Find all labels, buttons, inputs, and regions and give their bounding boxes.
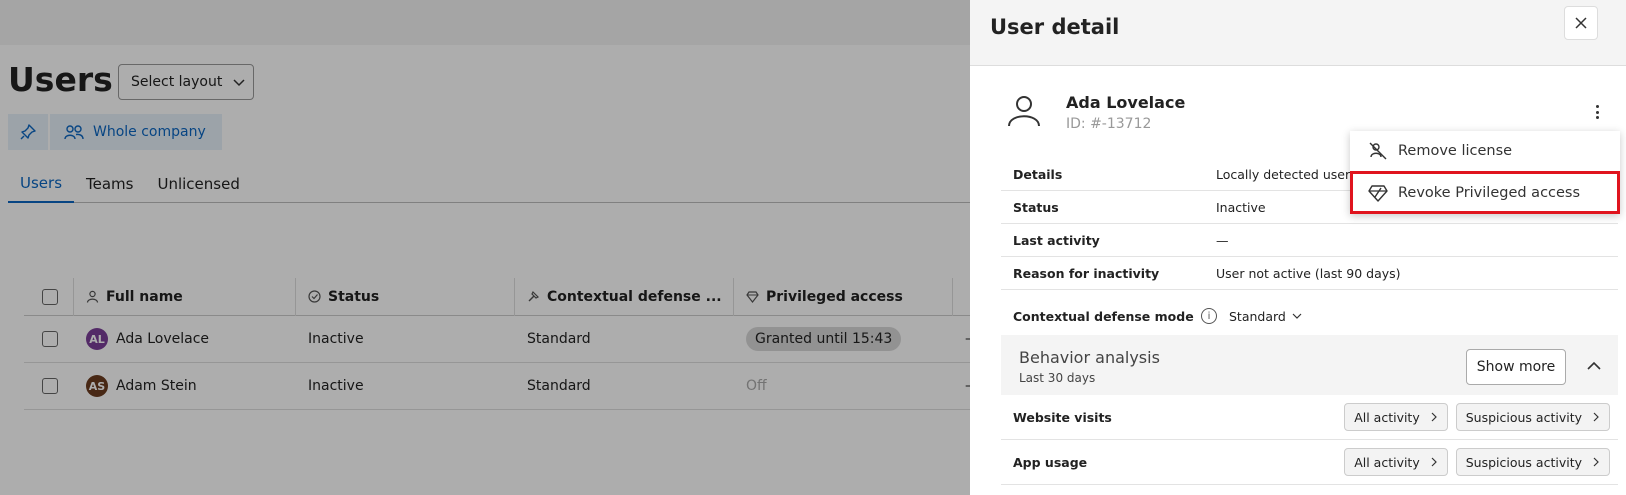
suspicious-activity-label: Suspicious activity (1465, 409, 1582, 425)
behavior-analysis-header: Behavior analysis Last 30 days Show more (1001, 335, 1618, 395)
detail-value: — (1216, 232, 1229, 248)
detail-key: Status (1013, 199, 1059, 215)
activity-key: App usage (1013, 454, 1088, 470)
app-usage-row: App usage All activity Suspicious activi… (1001, 440, 1618, 485)
menu-item-remove-license[interactable]: Remove license (1350, 131, 1620, 171)
behavior-analysis-title: Behavior analysis (1019, 348, 1160, 367)
contextual-defense-label: Contextual defense mode (1013, 308, 1194, 324)
detail-value: Locally detected user (1216, 166, 1351, 182)
detail-key: Details (1013, 166, 1063, 182)
panel-header: User detail (970, 0, 1626, 66)
chevron-right-icon (1593, 457, 1599, 467)
chevron-right-icon (1431, 412, 1437, 422)
more-options-button[interactable] (1592, 102, 1602, 122)
menu-item-label: Remove license (1398, 143, 1513, 159)
panel-title: User detail (990, 15, 1120, 39)
detail-value: User not active (last 90 days) (1216, 265, 1401, 281)
all-activity-label: All activity (1354, 454, 1420, 470)
detail-value: Inactive (1216, 199, 1266, 215)
chevron-down-icon (1292, 313, 1302, 319)
all-activity-button[interactable]: All activity (1344, 448, 1448, 476)
remove-license-icon (1369, 142, 1387, 160)
contextual-defense-dropdown[interactable]: Standard (1229, 309, 1302, 324)
contextual-defense-value: Standard (1229, 308, 1286, 324)
detail-row: Reason for inactivity User not active (l… (1001, 257, 1618, 290)
chevron-right-icon (1431, 457, 1437, 467)
info-icon[interactable]: i (1201, 308, 1217, 324)
modal-overlay[interactable] (0, 0, 970, 495)
contextual-defense-row: Contextual defense mode i Standard (1001, 296, 1618, 336)
detail-key: Last activity (1013, 232, 1100, 248)
suspicious-activity-button[interactable]: Suspicious activity (1455, 403, 1610, 431)
all-activity-button[interactable]: All activity (1344, 403, 1448, 431)
more-options-menu: Remove license Revoke Privileged access (1350, 131, 1620, 214)
suspicious-activity-button[interactable]: Suspicious activity (1455, 448, 1610, 476)
show-more-button[interactable]: Show more (1466, 349, 1566, 385)
chevron-up-icon[interactable] (1586, 359, 1602, 373)
menu-item-label: Revoke Privileged access (1398, 184, 1581, 201)
privileged-access-icon (1368, 184, 1388, 202)
user-icon (1008, 96, 1040, 127)
user-id: ID: #-13712 (1066, 116, 1152, 132)
behavior-analysis-subtitle: Last 30 days (1019, 371, 1096, 385)
detail-row: Last activity — (1001, 224, 1618, 257)
suspicious-activity-label: Suspicious activity (1465, 454, 1582, 470)
detail-key: Reason for inactivity (1013, 265, 1160, 281)
menu-item-revoke-privileged-access[interactable]: Revoke Privileged access (1350, 171, 1620, 214)
chevron-right-icon (1593, 412, 1599, 422)
close-button[interactable] (1564, 6, 1598, 40)
all-activity-label: All activity (1354, 409, 1420, 425)
activity-key: Website visits (1013, 409, 1112, 425)
website-visits-row: Website visits All activity Suspicious a… (1001, 395, 1618, 440)
close-icon (1575, 17, 1587, 29)
user-name-heading: Ada Lovelace (1066, 93, 1186, 112)
